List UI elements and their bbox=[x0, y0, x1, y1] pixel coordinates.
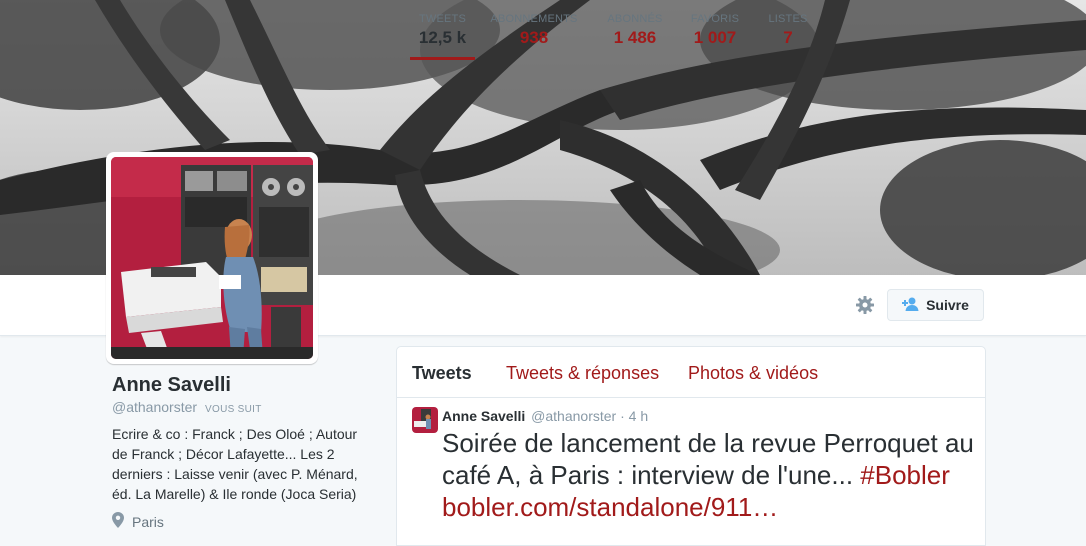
timeline-tabs: Tweets Tweets & réponses Photos & vidéos bbox=[397, 347, 985, 398]
avatar-photo bbox=[111, 157, 313, 359]
timeline: Tweets Tweets & réponses Photos & vidéos… bbox=[396, 346, 986, 546]
follows-you-badge: VOUS SUIT bbox=[205, 404, 262, 415]
tweet-header: Anne Savelli @athanorster · 4 h bbox=[442, 408, 648, 424]
follow-button-label: Suivre bbox=[926, 297, 969, 313]
stat-label: FAVORIS bbox=[690, 13, 740, 25]
profile-avatar[interactable] bbox=[106, 152, 318, 364]
stat-followers[interactable]: ABONNÉS 1 486 bbox=[606, 13, 664, 60]
stat-label: LISTES bbox=[768, 13, 808, 25]
tab-tweets[interactable]: Tweets bbox=[412, 363, 472, 384]
profile-bio: Ecrire & co : Franck ; Des Oloé ; Autour… bbox=[112, 426, 358, 502]
stat-value: 7 bbox=[783, 28, 793, 47]
tweet-author-handle[interactable]: @athanorster bbox=[531, 408, 616, 424]
tweet-separator: · bbox=[620, 408, 625, 424]
add-user-icon bbox=[902, 297, 920, 314]
tab-tweets-replies[interactable]: Tweets & réponses bbox=[506, 363, 659, 384]
tweet-timestamp[interactable]: 4 h bbox=[629, 408, 648, 424]
profile-name[interactable]: Anne Savelli bbox=[112, 374, 231, 397]
tweet-hashtag[interactable]: #Bobler bbox=[860, 460, 950, 490]
stat-favorites[interactable]: FAVORIS 1 007 bbox=[690, 13, 740, 60]
tweet-author-name[interactable]: Anne Savelli bbox=[442, 408, 525, 424]
location-text: Paris bbox=[132, 513, 164, 530]
tweet-avatar[interactable] bbox=[412, 407, 438, 433]
tweet-link[interactable]: bobler.com/standalone/911… bbox=[442, 492, 778, 522]
stat-following[interactable]: ABONNEMENTS 938 bbox=[490, 13, 578, 60]
profile-handle-row: @athanorster VOUS SUIT bbox=[112, 399, 262, 415]
profile-handle[interactable]: @athanorster bbox=[112, 399, 197, 415]
tab-photos-videos[interactable]: Photos & vidéos bbox=[688, 363, 818, 384]
stat-value: 1 486 bbox=[613, 28, 657, 47]
stat-value: 938 bbox=[519, 28, 549, 47]
stat-value: 12,5 k bbox=[418, 28, 467, 47]
tweet-text: Soirée de lancement de la revue Perroque… bbox=[442, 427, 977, 523]
gear-icon[interactable] bbox=[853, 293, 877, 317]
profile-location: Paris bbox=[112, 512, 164, 531]
location-pin-icon bbox=[112, 512, 124, 531]
stat-lists[interactable]: LISTES 7 bbox=[768, 13, 808, 60]
follow-button[interactable]: Suivre bbox=[887, 289, 984, 321]
stat-label: ABONNEMENTS bbox=[490, 13, 578, 25]
stat-tweets[interactable]: TWEETS 12,5 k bbox=[410, 13, 475, 60]
stat-label: TWEETS bbox=[418, 13, 467, 25]
stat-label: ABONNÉS bbox=[607, 13, 663, 25]
stat-value: 1 007 bbox=[693, 28, 737, 47]
